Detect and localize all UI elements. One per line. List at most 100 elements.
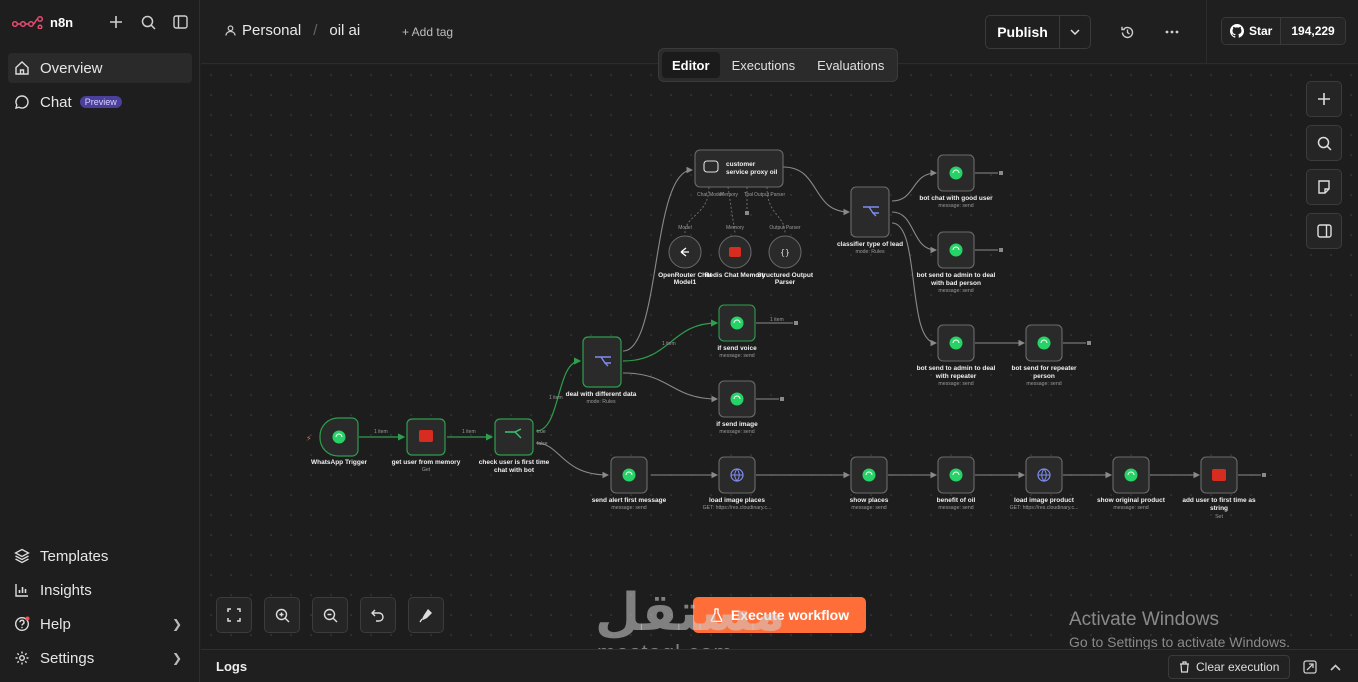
add-tag-button[interactable]: + Add tag <box>402 25 453 39</box>
node-ai-agent[interactable]: customer service proxy oil Chat Model Me… <box>694 149 785 198</box>
toggle-panel-button[interactable] <box>1306 213 1342 249</box>
node-alert[interactable]: send alert first messagemessage: send <box>592 456 667 511</box>
history-icon[interactable] <box>1117 22 1137 42</box>
node-image[interactable]: if send imagemessage: send <box>716 380 758 435</box>
node-redis-memory[interactable]: Memory Redis Chat Memory <box>705 225 766 279</box>
fit-view-icon <box>227 608 241 622</box>
sidebar-item-chat[interactable]: Chat Preview <box>8 87 192 117</box>
node-show-places[interactable]: show placesmessage: send <box>850 456 889 511</box>
node-title: service proxy oil <box>726 169 777 176</box>
tidy-up-button[interactable] <box>408 597 444 633</box>
edge-label-false: false <box>537 441 548 447</box>
node-bot-bad[interactable]: bot send to admin to dealwith bad person… <box>917 231 996 294</box>
breadcrumb-project[interactable]: Personal <box>242 22 301 39</box>
whatsapp-icon <box>949 243 963 257</box>
logs-bar[interactable]: Logs Clear execution <box>201 649 1358 682</box>
sidebar-item-insights[interactable]: Insights <box>8 575 192 605</box>
broom-icon <box>418 608 432 622</box>
workflow-canvas[interactable]: 1 item 1 item 1 item 1 item 1 item true … <box>201 65 1358 665</box>
plus-icon[interactable] <box>999 171 1003 175</box>
node-subtitle: message: send <box>1026 381 1061 387</box>
whatsapp-icon <box>949 468 963 482</box>
pop-out-icon[interactable] <box>1301 658 1319 676</box>
node-title: if send image <box>716 421 758 428</box>
tab-executions[interactable]: Executions <box>722 52 806 78</box>
node-bot-repeater2[interactable]: bot send for repeaterpersonmessage: send <box>1011 324 1077 387</box>
clear-execution-button[interactable]: Clear execution <box>1168 655 1291 679</box>
node-show-product[interactable]: show original productmessage: send <box>1097 456 1166 511</box>
sidebar-item-label: Settings <box>40 649 95 667</box>
node-voice[interactable]: if send voicemessage: send <box>717 304 757 359</box>
sidebar-item-overview[interactable]: Overview <box>8 53 192 83</box>
publish-dropdown-button[interactable] <box>1060 16 1090 48</box>
add-node-button[interactable] <box>1306 81 1342 117</box>
edge-label: 1 item <box>374 429 388 435</box>
plus-icon[interactable] <box>794 321 798 325</box>
node-title: add user to first time as <box>1182 497 1256 504</box>
plus-icon[interactable] <box>745 211 749 215</box>
sidebar-item-templates[interactable]: Templates <box>8 541 192 571</box>
node-bot-good[interactable]: bot chat with good usermessage: send <box>919 154 993 209</box>
chat-bubble-icon <box>15 95 29 109</box>
edge-deal-image <box>622 372 719 403</box>
node-subtitle: message: send <box>611 505 646 511</box>
publish-button[interactable]: Publish <box>986 16 1060 48</box>
breadcrumb-separator: / <box>313 22 318 39</box>
more-options-icon[interactable] <box>1162 22 1182 42</box>
sidebar-item-help[interactable]: Help ❯ <box>8 609 192 639</box>
node-title: deal with different data <box>566 391 637 398</box>
node-get-user[interactable]: get user from memory Get <box>392 418 461 473</box>
whatsapp-icon <box>1037 336 1051 350</box>
node-title: Model1 <box>674 279 697 286</box>
node-subtitle: mode: Rules <box>586 399 616 405</box>
node-whatsapp-trigger[interactable]: ⚡ WhatsApp Trigger <box>306 417 367 466</box>
node-bot-repeater[interactable]: bot send to admin to dealwith repeaterme… <box>917 324 996 387</box>
node-add-user[interactable]: add user to first time as string Set <box>1182 456 1256 520</box>
sticky-note-button[interactable] <box>1306 169 1342 205</box>
sidebar-item-label: Templates <box>40 547 109 565</box>
edge-agent-classifier <box>782 166 851 216</box>
brand-name: n8n <box>50 14 74 30</box>
node-classifier[interactable]: classifier type of lead mode: Rules <box>837 186 903 255</box>
node-load-image-product[interactable]: load image product GET: https://res.clou… <box>1010 456 1079 511</box>
node-benefit[interactable]: benefit of oilmessage: send <box>937 456 976 511</box>
add-icon[interactable] <box>106 12 126 32</box>
node-subtitle: mode: Rules <box>855 249 885 255</box>
github-star-button[interactable]: Star 194,229 <box>1221 17 1346 45</box>
node-title: get user from memory <box>392 459 461 466</box>
view-tabs: Editor Executions Evaluations <box>658 48 899 82</box>
star-label: Star <box>1249 24 1273 38</box>
whatsapp-icon <box>332 430 346 444</box>
tab-editor[interactable]: Editor <box>662 52 720 78</box>
sidebar-item-settings[interactable]: Settings ❯ <box>8 643 192 673</box>
node-title: Structured Output <box>757 272 814 279</box>
tab-evaluations[interactable]: Evaluations <box>807 52 894 78</box>
plus-icon[interactable] <box>1087 341 1091 345</box>
home-icon <box>15 61 29 75</box>
node-subtitle: Get <box>422 467 431 473</box>
search-nodes-button[interactable] <box>1306 125 1342 161</box>
fit-view-button[interactable] <box>216 597 252 633</box>
brand-logo[interactable]: n8n <box>12 10 73 34</box>
undo-button[interactable] <box>360 597 396 633</box>
collapse-sidebar-icon[interactable] <box>170 12 190 32</box>
plus-icon[interactable] <box>999 248 1003 252</box>
plus-icon[interactable] <box>780 397 784 401</box>
chevron-up-icon[interactable] <box>1326 658 1344 676</box>
node-deal-data[interactable]: deal with different data mode: Rules <box>566 336 637 405</box>
workflow-name[interactable]: oil ai <box>329 22 360 39</box>
panel-icon <box>1316 224 1332 238</box>
plus-icon[interactable] <box>1262 473 1266 477</box>
templates-icon <box>14 548 30 564</box>
edge-label: 1 item <box>662 341 676 347</box>
node-title: benefit of oil <box>937 497 976 504</box>
node-output-parser[interactable]: Output Parser {} Structured Output Parse… <box>757 225 814 286</box>
node-load-image-places[interactable]: load image places GET: https://res.cloud… <box>703 456 772 511</box>
watermark-arabic: مستقل <box>595 583 786 643</box>
edges-pending <box>535 166 1261 479</box>
search-icon[interactable] <box>138 12 158 32</box>
zoom-out-button[interactable] <box>312 597 348 633</box>
breadcrumb: Personal / oil ai <box>225 22 360 39</box>
zoom-in-button[interactable] <box>264 597 300 633</box>
port-label: Chat Model <box>697 192 723 198</box>
